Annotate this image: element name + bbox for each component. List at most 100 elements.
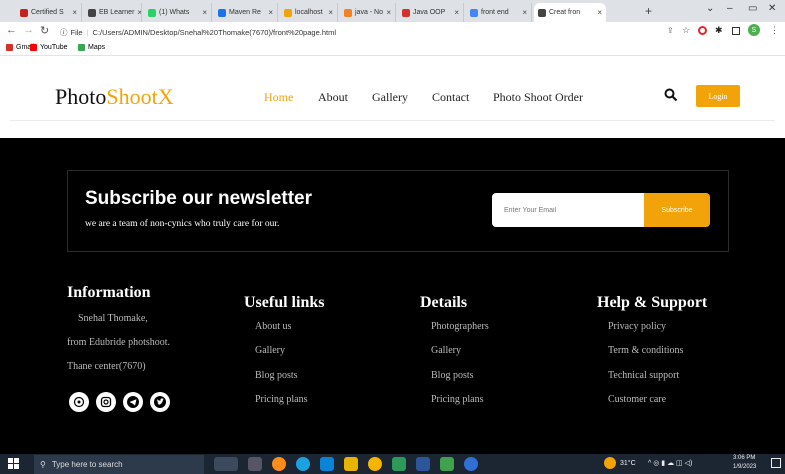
tab-close-icon[interactable]: × [199,8,207,17]
profile-avatar[interactable]: S [748,24,760,36]
footer-link-privacy-policy[interactable]: Privacy policy [608,321,666,332]
reload-icon[interactable]: ↻ [40,24,49,37]
nav-home[interactable]: Home [264,90,293,105]
app-icon[interactable] [464,457,478,471]
tab-close-icon[interactable]: × [594,8,602,17]
clock-time[interactable]: 3:06 PM [733,455,755,461]
weather-temperature[interactable]: 31°C [620,460,636,467]
footer-link-blog-posts[interactable]: Blog posts [431,370,474,381]
minimize-icon[interactable]: – [727,3,733,14]
footer-link-photographers[interactable]: Photographers [431,321,489,332]
search-icon: ⚲ [40,460,46,469]
footer-link-technical-support[interactable]: Technical support [608,370,679,381]
share-icon[interactable]: ⇪ [667,26,674,35]
forward-arrow-icon[interactable]: → [23,24,34,36]
details-heading: Details [420,294,468,311]
back-arrow-icon[interactable]: ← [6,24,17,36]
browser-tab[interactable]: front end × [466,3,532,22]
tab-close-icon[interactable]: × [265,8,273,17]
close-window-icon[interactable]: ✕ [768,3,776,14]
system-tray-icons[interactable]: ^ ◎ ▮ ☁ ◫ ◁) [648,459,692,467]
side-panel-icon[interactable] [732,27,740,35]
search-icon[interactable] [664,88,678,102]
telegram-icon[interactable] [123,392,143,412]
file-explorer-icon[interactable] [344,457,358,471]
task-view-icon[interactable] [248,457,262,471]
site-logo[interactable]: PhotoShootX [55,84,174,110]
tab-title: front end [481,9,509,16]
logo-accent: ShootX [106,84,174,109]
tab-favicon-icon [148,8,156,17]
taskbar-search-box[interactable]: ⚲ Type here to search [34,455,204,474]
tab-title: Java OOP [413,9,446,16]
bookmark-label: YouTube [40,44,68,51]
word-icon[interactable] [416,457,430,471]
information-line: Thane center(7670) [67,361,146,372]
footer-link-terms[interactable]: Term & conditions [608,345,683,356]
url-field[interactable]: ⓘ File | C:/Users/ADMIN/Desktop/Snehal%2… [60,24,660,40]
url-scheme: File [70,27,83,37]
store-icon[interactable] [320,457,334,471]
footer-link-pricing-plans[interactable]: Pricing plans [255,394,308,405]
footer-link-gallery[interactable]: Gallery [255,345,285,356]
browser-tab[interactable]: localhost × [280,3,338,22]
nav-gallery[interactable]: Gallery [372,90,408,105]
browser-tab[interactable]: java - No × [340,3,396,22]
tab-title: (1) Whats [159,9,190,16]
whatsapp-icon[interactable] [69,392,89,412]
firefox-icon[interactable] [272,457,286,471]
taskbar-search-placeholder: Type here to search [51,460,123,469]
nav-contact[interactable]: Contact [432,90,469,105]
opera-extension-icon[interactable] [698,26,707,35]
twitter-icon[interactable] [150,392,170,412]
browser-tab[interactable]: Creat fron × [534,3,606,22]
edge-icon[interactable] [296,457,310,471]
tab-close-icon[interactable]: × [134,8,141,17]
browser-tab[interactable]: EB Learner × [84,3,142,22]
maximize-icon[interactable]: ▭ [748,3,757,14]
instagram-icon[interactable] [96,392,116,412]
chrome-icon[interactable] [368,457,382,471]
tab-close-icon[interactable]: × [383,8,391,17]
subscribe-button[interactable]: Subscribe [644,193,710,227]
nav-photo-shoot-order[interactable]: Photo Shoot Order [493,90,583,105]
footer-link-customer-care[interactable]: Customer care [608,394,666,405]
browser-tab[interactable]: Maven Re × [214,3,278,22]
new-tab-button[interactable]: + [645,4,652,18]
tab-close-icon[interactable]: × [519,8,527,17]
app-icon[interactable] [440,457,454,471]
browser-tab[interactable]: Certified S × [16,3,82,22]
bookmark-item[interactable]: Maps [78,44,105,51]
tab-favicon-icon [402,8,410,17]
browser-tab[interactable]: Java OOP × [398,3,464,22]
tab-close-icon[interactable]: × [69,8,77,17]
weather-icon[interactable] [604,457,616,469]
nav-about[interactable]: About [318,90,348,105]
email-input[interactable] [492,193,644,227]
tab-favicon-icon [344,8,352,17]
login-button[interactable]: Login [696,85,740,107]
notification-icon[interactable] [771,458,781,468]
footer-link-blog-posts[interactable]: Blog posts [255,370,298,381]
info-icon: ⓘ [60,27,68,37]
tab-close-icon[interactable]: × [451,8,459,17]
tab-title: Maven Re [229,9,261,16]
bookmark-star-icon[interactable]: ☆ [682,25,690,36]
browser-tab[interactable]: (1) Whats × [144,3,212,22]
extensions-icon[interactable]: ✱ [715,25,723,36]
tab-search-icon[interactable]: ⌄ [706,3,714,14]
tab-close-icon[interactable]: × [325,8,333,17]
footer-link-gallery[interactable]: Gallery [431,345,461,356]
bookmark-label: Maps [88,44,106,51]
windows-start-icon[interactable] [8,458,19,469]
tab-favicon-icon [88,8,96,17]
app-icon[interactable] [392,457,406,471]
tab-favicon-icon [218,8,226,17]
bookmark-favicon-icon [6,44,13,51]
clock-date[interactable]: 1/9/2023 [733,464,756,470]
menu-dots-icon[interactable]: ⋮ [770,25,779,36]
footer-link-pricing-plans[interactable]: Pricing plans [431,394,484,405]
footer-link-about-us[interactable]: About us [255,321,291,332]
tab-favicon-icon [20,8,28,17]
bookmark-item[interactable]: YouTube [30,44,68,51]
